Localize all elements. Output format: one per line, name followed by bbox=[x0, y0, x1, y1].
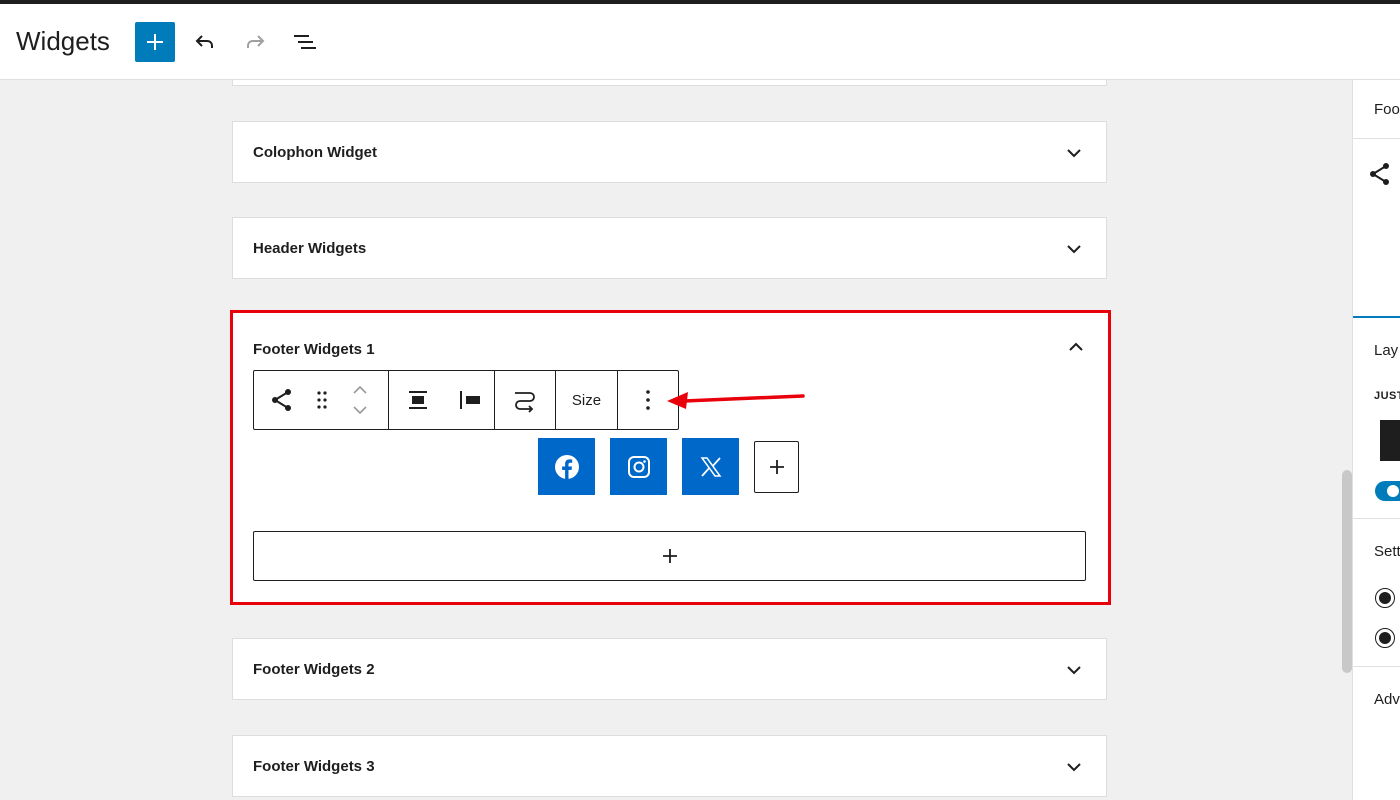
undo-icon bbox=[195, 35, 213, 48]
widget-area-footer-2[interactable]: Footer Widgets 2 bbox=[232, 638, 1107, 700]
widget-area-above bbox=[232, 80, 1107, 86]
share-icon bbox=[1370, 163, 1389, 185]
wrap-icon bbox=[515, 392, 535, 413]
widget-area-footer-3[interactable]: Footer Widgets 3 bbox=[232, 735, 1107, 797]
redo-icon bbox=[247, 35, 265, 48]
block-movers bbox=[334, 371, 386, 429]
chevron-down-icon[interactable] bbox=[1064, 143, 1084, 163]
size-label: Size bbox=[571, 391, 602, 409]
move-up-icon[interactable] bbox=[352, 384, 368, 396]
widget-area-title: Footer Widgets 1 bbox=[253, 341, 375, 358]
justification-label: JUST bbox=[1374, 390, 1400, 402]
toolbar-group-align bbox=[389, 371, 495, 429]
widget-area-header[interactable]: Header Widgets bbox=[232, 217, 1107, 279]
canvas-scrollbar[interactable] bbox=[1342, 470, 1352, 673]
settings-sidebar: Foo Lay JUST Sett Adv bbox=[1352, 80, 1400, 800]
widget-area-colophon[interactable]: Colophon Widget bbox=[232, 121, 1107, 183]
block-appender-button[interactable] bbox=[253, 531, 1086, 581]
widget-area-title: Header Widgets bbox=[253, 240, 367, 257]
share-icon bbox=[272, 389, 291, 411]
annotation-arrow-icon bbox=[667, 392, 805, 409]
sidebar-tab-footer[interactable]: Foo bbox=[1374, 101, 1400, 118]
plus-icon bbox=[662, 549, 677, 563]
active-panel-indicator bbox=[1353, 316, 1400, 318]
instagram-icon bbox=[627, 455, 650, 478]
settings-option-1[interactable] bbox=[1375, 588, 1395, 608]
widget-area-title: Footer Widgets 2 bbox=[253, 661, 375, 678]
widget-area-footer-1[interactable]: Footer Widgets 1 Size bbox=[230, 310, 1111, 605]
layout-panel-title[interactable]: Lay bbox=[1374, 342, 1398, 359]
chevron-down-icon[interactable] bbox=[1064, 757, 1084, 777]
settings-option-2[interactable] bbox=[1375, 628, 1395, 648]
size-button[interactable]: Size bbox=[556, 371, 617, 429]
toolbar-group-block bbox=[254, 371, 389, 429]
widgets-canvas: Colophon Widget Header Widgets Footer Wi… bbox=[0, 80, 1352, 800]
divider bbox=[1353, 666, 1400, 667]
chevron-up-icon[interactable] bbox=[1066, 337, 1086, 357]
social-link-instagram[interactable] bbox=[610, 438, 667, 495]
redo-button[interactable] bbox=[235, 22, 275, 62]
settings-panel-title[interactable]: Sett bbox=[1374, 543, 1400, 560]
list-view-button[interactable] bbox=[285, 22, 325, 62]
drag-handle-icon bbox=[317, 391, 327, 409]
widget-area-title: Colophon Widget bbox=[253, 144, 377, 161]
page-title: Widgets bbox=[16, 26, 110, 56]
social-link-facebook[interactable] bbox=[538, 438, 595, 495]
divider bbox=[1353, 138, 1400, 139]
toolbar-group-wrap bbox=[495, 371, 556, 429]
add-social-link-button[interactable] bbox=[754, 441, 799, 493]
toolbar-group-size: Size bbox=[556, 371, 618, 429]
justify-button[interactable] bbox=[447, 371, 493, 429]
wrap-button[interactable] bbox=[495, 371, 555, 429]
x-icon bbox=[700, 456, 721, 477]
advanced-panel-title[interactable]: Adv bbox=[1374, 691, 1400, 708]
block-toolbar: Size bbox=[253, 370, 679, 430]
widget-area-title: Footer Widgets 3 bbox=[253, 758, 375, 775]
editor-header: Widgets bbox=[0, 4, 1400, 80]
drag-handle[interactable] bbox=[310, 371, 334, 429]
add-block-button[interactable] bbox=[135, 22, 175, 62]
undo-button[interactable] bbox=[185, 22, 225, 62]
plus-icon bbox=[147, 34, 163, 50]
justify-left-button[interactable] bbox=[1380, 420, 1400, 461]
align-center-icon bbox=[409, 391, 427, 409]
block-type-button[interactable] bbox=[254, 371, 310, 429]
list-view-icon bbox=[294, 35, 316, 49]
social-link-x[interactable] bbox=[682, 438, 739, 495]
align-button[interactable] bbox=[389, 371, 447, 429]
wrap-toggle[interactable] bbox=[1375, 481, 1400, 501]
facebook-icon bbox=[554, 454, 579, 479]
plus-icon bbox=[769, 460, 784, 474]
move-down-icon[interactable] bbox=[352, 404, 368, 416]
chevron-down-icon[interactable] bbox=[1064, 660, 1084, 680]
divider bbox=[1353, 518, 1400, 519]
justify-left-icon bbox=[460, 391, 480, 409]
social-icons-block bbox=[538, 438, 799, 495]
chevron-down-icon[interactable] bbox=[1064, 239, 1084, 259]
more-options-icon bbox=[646, 390, 650, 410]
